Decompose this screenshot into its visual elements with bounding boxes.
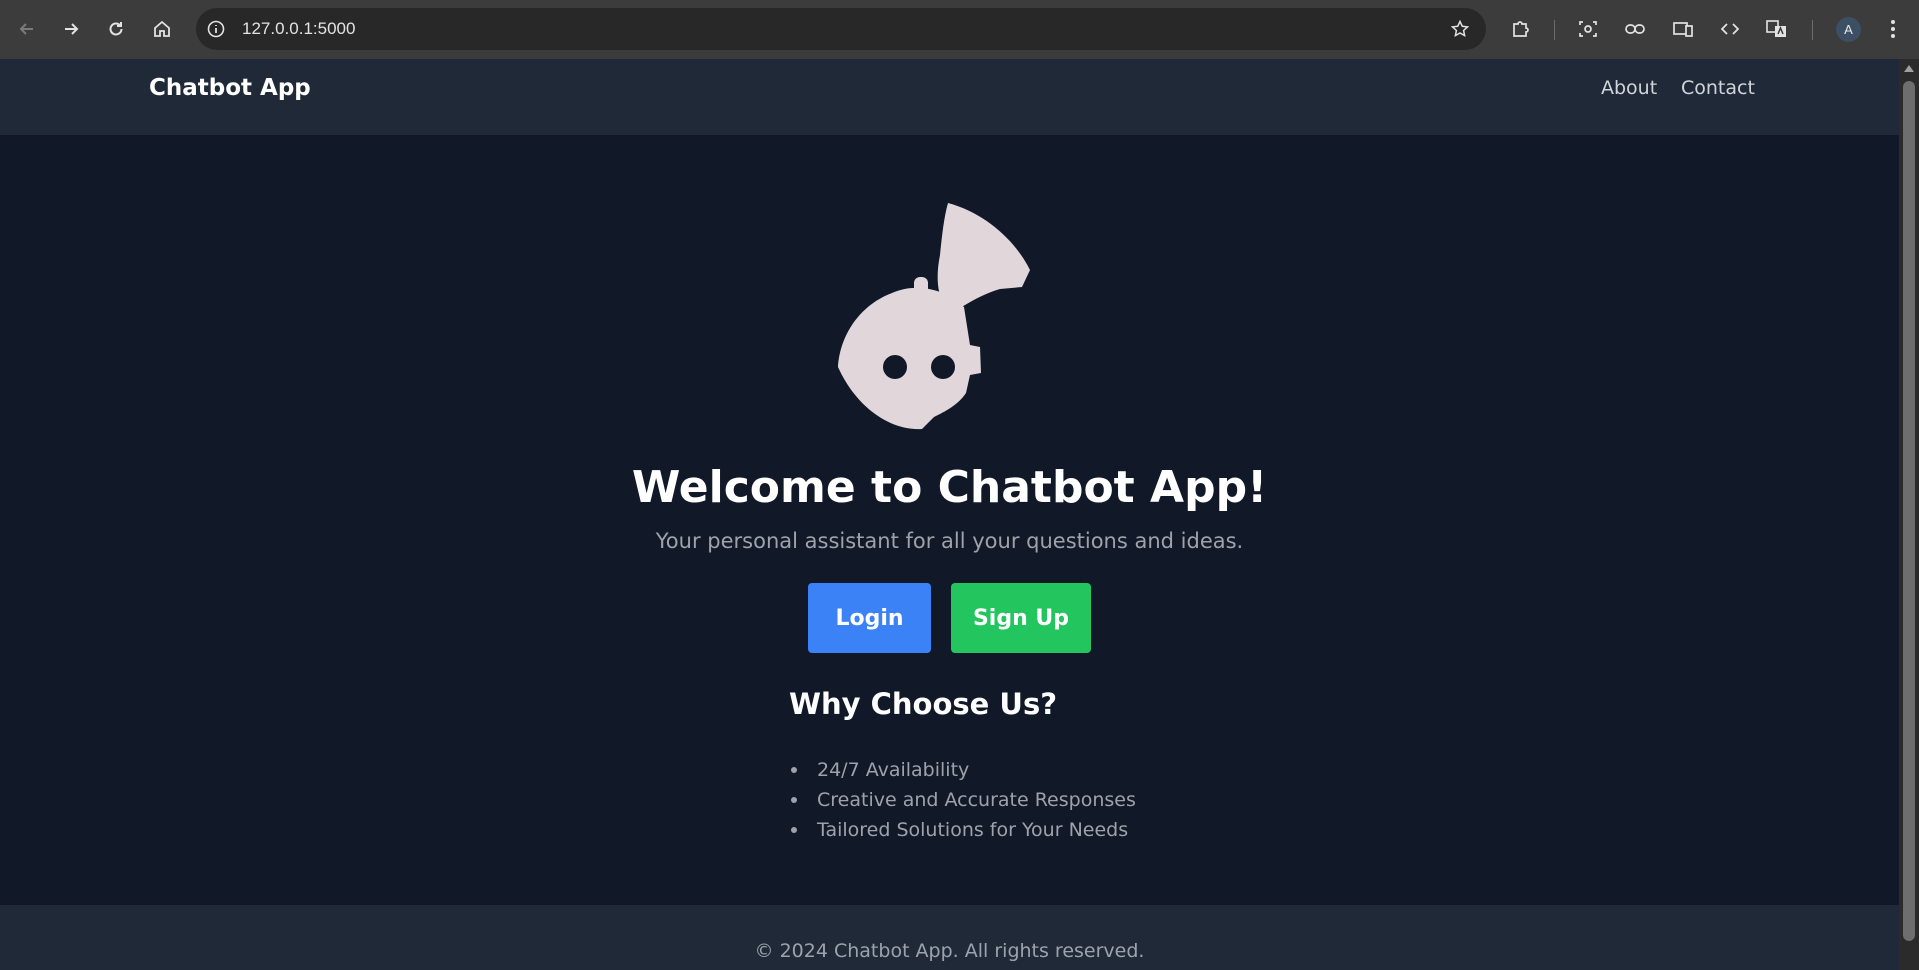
translate-button[interactable]	[1758, 10, 1796, 48]
list-item: Creative and Accurate Responses	[789, 785, 1136, 815]
code-icon	[1720, 23, 1740, 35]
lens-button[interactable]	[1569, 10, 1607, 48]
link-icon	[1625, 24, 1645, 34]
devtools-button[interactable]	[1711, 10, 1749, 48]
nav-about-link[interactable]: About	[1601, 59, 1657, 118]
page-title: Welcome to Chatbot App!	[631, 462, 1268, 513]
browser-toolbar: 127.0.0.1:5000 A	[0, 0, 1919, 59]
bookmark-star-icon[interactable]	[1450, 19, 1470, 39]
address-bar[interactable]: 127.0.0.1:5000	[196, 8, 1486, 50]
device-toolbar-button[interactable]	[1664, 10, 1702, 48]
signup-button[interactable]: Sign Up	[951, 583, 1091, 653]
features-list: 24/7 Availability Creative and Accurate …	[789, 755, 1136, 845]
brand-logo-text[interactable]: Chatbot App	[149, 59, 311, 118]
tagline: Your personal assistant for all your que…	[655, 529, 1244, 553]
scroll-up-arrow-icon[interactable]	[1904, 65, 1914, 72]
reload-icon	[109, 22, 123, 36]
home-icon	[154, 20, 170, 37]
translate-icon	[1766, 20, 1786, 37]
kebab-menu-icon	[1891, 20, 1895, 38]
copy-link-button[interactable]	[1616, 10, 1654, 48]
arrow-left-icon	[19, 23, 33, 35]
home-button[interactable]	[143, 10, 181, 48]
nav-contact-link[interactable]: Contact	[1681, 59, 1755, 118]
toolbar-divider	[1554, 20, 1555, 40]
login-button[interactable]: Login	[808, 583, 931, 653]
url-text[interactable]: 127.0.0.1:5000	[242, 8, 355, 50]
puzzle-icon	[1513, 21, 1529, 37]
list-item: Tailored Solutions for Your Needs	[789, 815, 1136, 845]
features-heading: Why Choose Us?	[789, 687, 1058, 721]
site-header: Chatbot App About Contact	[0, 59, 1899, 135]
back-button[interactable]	[8, 10, 46, 48]
list-item: 24/7 Availability	[789, 755, 1136, 785]
extensions-button[interactable]	[1502, 10, 1540, 48]
page-scrollbar[interactable]	[1899, 59, 1919, 970]
reload-button[interactable]	[97, 10, 135, 48]
toolbar-divider	[1812, 20, 1813, 40]
browser-menu-button[interactable]	[1874, 10, 1912, 48]
chatbot-robot-icon	[838, 203, 1030, 430]
screen-capture-icon	[1579, 21, 1597, 37]
arrow-right-icon	[65, 23, 79, 35]
scrollbar-thumb[interactable]	[1903, 81, 1915, 941]
site-info-icon[interactable]	[206, 19, 226, 39]
forward-button[interactable]	[52, 10, 90, 48]
copyright-text: © 2024 Chatbot App. All rights reserved.	[754, 940, 1145, 962]
profile-avatar[interactable]: A	[1836, 17, 1861, 42]
site-footer: © 2024 Chatbot App. All rights reserved.	[0, 905, 1899, 970]
devices-icon	[1673, 22, 1693, 37]
hero-section: Welcome to Chatbot App! Your personal as…	[0, 135, 1899, 905]
